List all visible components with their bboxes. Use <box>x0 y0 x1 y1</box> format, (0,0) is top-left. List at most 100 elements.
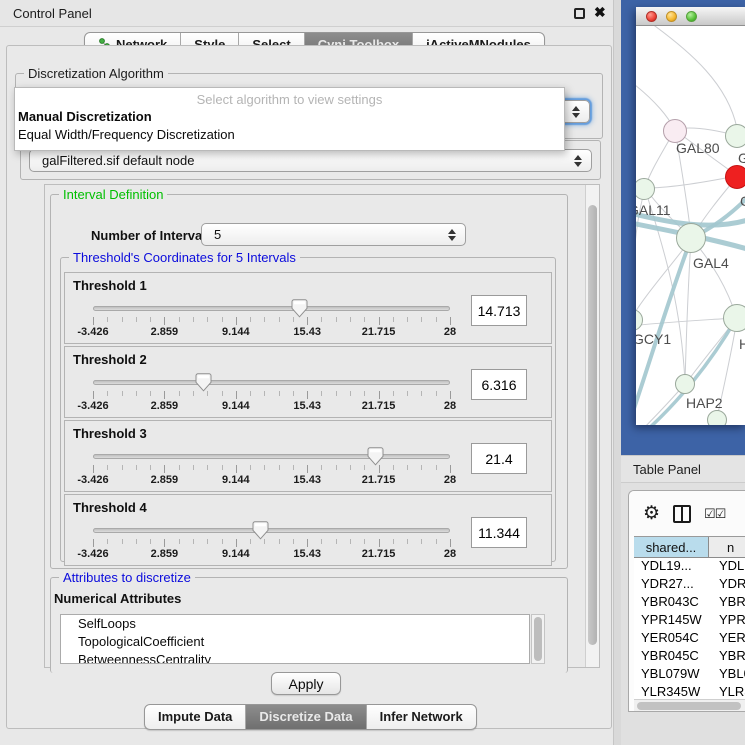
table-panel-titlebar: Table Panel <box>621 455 745 483</box>
algorithm-hint-text: Select algorithm to view settings <box>15 92 564 107</box>
network-window-titlebar[interactable] <box>636 7 745 26</box>
threshold-slider-thumb[interactable] <box>367 447 384 466</box>
slider-ticks <box>93 391 450 399</box>
popup-option-equal-width-frequency[interactable]: Equal Width/Frequency Discretization <box>18 127 235 142</box>
cell-name[interactable]: YLR3 <box>709 684 745 699</box>
threshold-slider-track[interactable] <box>93 528 450 533</box>
threshold-value-field[interactable]: 11.344 <box>471 517 527 548</box>
attribute-list-item[interactable]: TopologicalCoefficient <box>61 633 529 651</box>
numerical-attributes-label: Numerical Attributes <box>54 591 181 606</box>
table-row[interactable]: YDL19...YDL1 <box>634 558 745 576</box>
zoom-traffic-light-icon[interactable] <box>686 11 697 22</box>
column-header-name[interactable]: n <box>709 537 745 557</box>
popup-option-manual-discretization[interactable]: Manual Discretization <box>18 109 152 124</box>
table-data-combobox[interactable]: galFiltered.sif default node <box>29 149 592 172</box>
tab-infer-network[interactable]: Infer Network <box>366 705 476 729</box>
node-label: GAL4 <box>693 255 729 271</box>
threshold-slider-thumb[interactable] <box>252 521 269 540</box>
slider-ticks <box>93 317 450 325</box>
cell-name[interactable]: YBL0 <box>709 666 745 684</box>
scrollbar-thumb[interactable] <box>588 205 597 645</box>
close-traffic-light-icon[interactable] <box>646 11 657 22</box>
stepper-icon <box>568 106 584 118</box>
cell-shared-name[interactable]: YDR27... <box>634 576 709 594</box>
network-canvas[interactable]: GAL80GACGAL11GAL4GCY1HHAP2 <box>636 26 745 425</box>
settings-vertical-scrollbar[interactable] <box>585 185 599 667</box>
threshold-slider-track[interactable] <box>93 454 450 459</box>
table-row[interactable]: YPR145WYPR1 <box>634 612 745 630</box>
threshold-value-field[interactable]: 21.4 <box>471 443 527 474</box>
slider-tick-labels: -3.4262.8599.14415.4321.71528 <box>93 474 450 486</box>
cell-name[interactable]: YDR2 <box>709 576 745 594</box>
slider-tick-labels: -3.4262.8599.14415.4321.71528 <box>93 400 450 412</box>
tab-impute-data[interactable]: Impute Data <box>145 705 245 729</box>
table-row[interactable]: YLR345WYLR3 <box>634 684 745 699</box>
stepper-icon <box>444 229 460 241</box>
node-label: GAL80 <box>676 140 720 156</box>
attributes-group: Attributes to discretize Numerical Attri… <box>50 577 568 673</box>
minimize-traffic-light-icon[interactable] <box>666 11 677 22</box>
number-of-intervals-combobox[interactable]: 5 <box>201 223 466 246</box>
network-node[interactable] <box>707 410 727 425</box>
cell-shared-name[interactable]: YER054C <box>634 630 709 648</box>
cell-name[interactable]: YBR0 <box>709 594 745 612</box>
cell-name[interactable]: YDL1 <box>709 558 745 576</box>
network-node-hap2[interactable] <box>675 374 695 394</box>
slider-ticks <box>93 539 450 547</box>
node-label: H <box>739 336 745 352</box>
threshold-slider-thumb[interactable] <box>291 299 308 318</box>
cell-shared-name[interactable]: YLR345W <box>634 684 709 699</box>
panel-divider[interactable] <box>613 0 621 745</box>
gear-icon[interactable]: ⚙ <box>643 504 660 523</box>
cell-shared-name[interactable]: YDL19... <box>634 558 709 576</box>
algorithm-dropdown-popup: Select algorithm to view settings Manual… <box>14 87 565 151</box>
cell-name[interactable]: YPR1 <box>709 612 745 630</box>
float-window-icon[interactable] <box>574 8 585 19</box>
node-label: GCY1 <box>636 331 671 347</box>
attribute-list-item[interactable]: SelfLoops <box>61 615 529 633</box>
table-data-value: galFiltered.sif default node <box>30 153 570 168</box>
cell-shared-name[interactable]: YBR045C <box>634 648 709 666</box>
threshold-slider-track[interactable] <box>93 380 450 385</box>
network-node-h[interactable] <box>723 304 745 332</box>
threshold-slider-thumb[interactable] <box>195 373 212 392</box>
table-toolbar: ⚙ ☑☑ <box>629 491 745 536</box>
table-header-row: shared... n <box>634 536 745 558</box>
slider-ticks <box>93 465 450 473</box>
cell-shared-name[interactable]: YPR145W <box>634 612 709 630</box>
table-row[interactable]: YBR043CYBR0 <box>634 594 745 612</box>
scrollbar-thumb[interactable] <box>637 702 741 710</box>
threshold-panel: Threshold 4-3.4262.8599.14415.4321.71528… <box>64 494 552 566</box>
network-node-ga[interactable] <box>725 124 745 148</box>
numerical-attributes-list[interactable]: SelfLoopsTopologicalCoefficientBetweenne… <box>60 614 530 664</box>
threshold-slider-track[interactable] <box>93 306 450 311</box>
threshold-value-field[interactable]: 6.316 <box>471 369 527 400</box>
slider-tick-labels: -3.4262.8599.14415.4321.71528 <box>93 326 450 338</box>
table-row[interactable]: YDR27...YDR2 <box>634 576 745 594</box>
cell-shared-name[interactable]: YBL079W <box>634 666 709 684</box>
thresholds-group-label: Threshold's Coordinates for 5 Intervals <box>69 250 300 265</box>
table-row[interactable]: YER054CYER0 <box>634 630 745 648</box>
tab-discretize-data[interactable]: Discretize Data <box>245 705 365 729</box>
threshold-label: Threshold 2 <box>73 352 147 367</box>
checkbox-icons[interactable]: ☑☑ <box>704 506 725 522</box>
cell-shared-name[interactable]: YBR043C <box>634 594 709 612</box>
table-row[interactable]: YBR045CYBR0 <box>634 648 745 666</box>
node-label: GAL11 <box>636 202 671 218</box>
network-node-gal4[interactable] <box>676 223 706 253</box>
threshold-label: Threshold 4 <box>73 500 147 515</box>
table-panel: ⚙ ☑☑ shared... n YDL19...YDL1YDR27...YDR… <box>628 490 745 712</box>
cell-name[interactable]: YBR0 <box>709 648 745 666</box>
panel-title: Control Panel <box>13 6 92 21</box>
cell-name[interactable]: YER0 <box>709 630 745 648</box>
threshold-value-field[interactable]: 14.713 <box>471 295 527 326</box>
table-row[interactable]: YBL079WYBL0 <box>634 666 745 684</box>
table-horizontal-scrollbar[interactable] <box>634 699 745 711</box>
column-layout-icon[interactable] <box>673 505 691 523</box>
column-header-shared-name[interactable]: shared... <box>634 537 709 557</box>
network-node-c[interactable] <box>725 165 745 189</box>
attributes-list-scrollbar[interactable] <box>531 614 545 664</box>
apply-button[interactable]: Apply <box>271 672 341 695</box>
close-icon[interactable]: ✖ <box>594 4 606 21</box>
attribute-list-item[interactable]: BetweennessCentrality <box>61 651 529 664</box>
